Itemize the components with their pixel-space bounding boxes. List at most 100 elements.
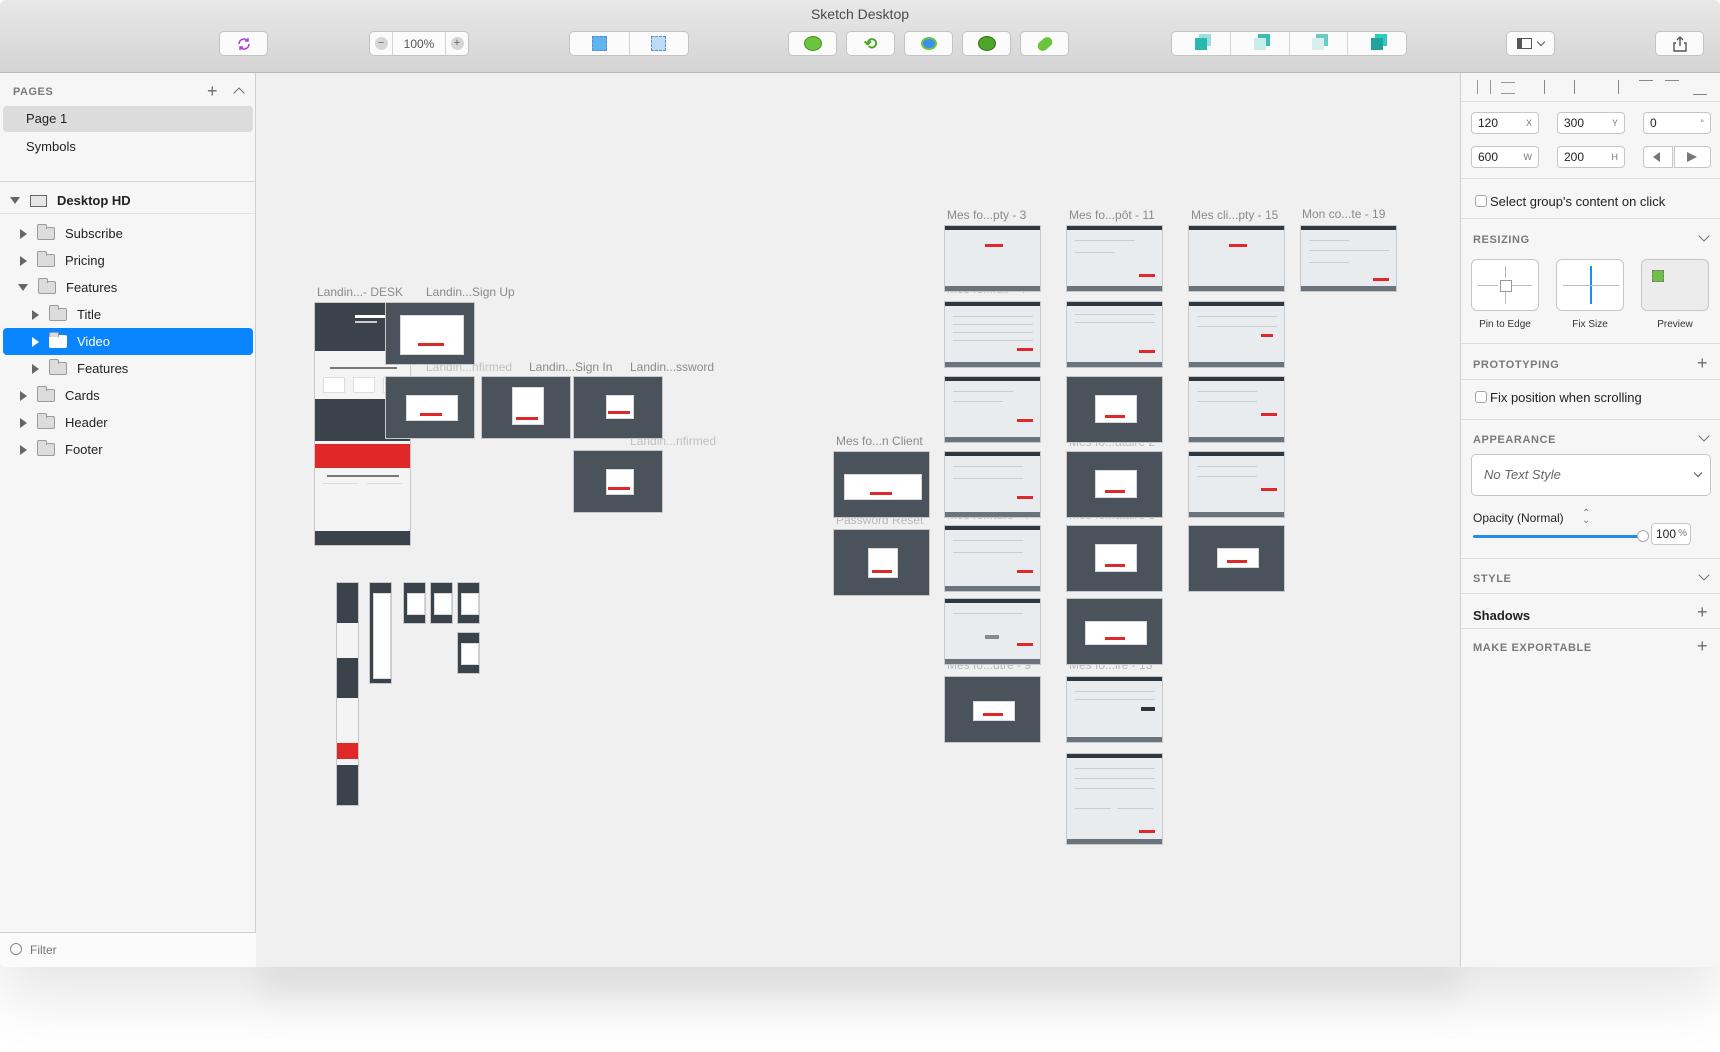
artboard-mobile-2[interactable] [430,582,453,624]
chevron-down-icon[interactable] [1698,569,1710,581]
align-middle-icon[interactable] [1665,80,1679,95]
artboard-label[interactable]: Mes fo...pôt - 11 [1069,208,1155,222]
zoom-out-button[interactable]: − [370,32,393,55]
artboard-mes-fo-ture-7[interactable] [944,451,1041,518]
align-left-icon[interactable] [1544,80,1559,94]
add-page-button[interactable]: + [207,82,218,100]
artboard-mes-fo-dark-col1[interactable] [944,676,1041,743]
artboard-mes-fo-pot-11[interactable] [1066,225,1163,292]
align-center-icon[interactable] [1574,80,1589,94]
artboard-mes-fo-col2-7[interactable] [1066,676,1163,743]
opacity-slider-knob[interactable] [1637,530,1649,542]
artboard-mes-fo-utre-9[interactable] [944,598,1041,665]
distribute-horizontal-icon[interactable] [1477,80,1491,94]
layer-artboard-desktop-hd[interactable]: Desktop HD [10,187,131,214]
align-top-icon[interactable] [1639,80,1653,95]
artboard-mes-fo-tion-5[interactable] [944,376,1041,443]
artboard-mes-fo-ataire[interactable] [1066,525,1163,592]
artboard-landing-sign-in[interactable] [481,376,571,439]
opacity-slider[interactable] [1473,530,1649,542]
chevron-down-icon[interactable] [1698,230,1710,242]
forward-button[interactable] [1172,32,1231,55]
edit-path-button[interactable] [1020,31,1069,56]
artboard-mes-fo-pty-3[interactable] [944,225,1041,292]
intersect-button[interactable] [904,31,953,56]
artboard-label[interactable]: Landin...ssword [630,360,714,374]
zoom-level[interactable]: 100% [393,32,446,55]
artboard-mes-fo-ire-13[interactable] [1066,598,1163,665]
opacity-field[interactable]: 100% [1651,523,1691,545]
ungroup-button[interactable] [630,32,689,55]
artboard-mobile-4[interactable] [457,632,480,674]
collapse-pages-icon[interactable] [233,87,245,99]
add-export-button[interactable]: + [1697,637,1708,655]
width-field[interactable]: 600 W [1471,146,1539,168]
artboard-mes-fo-full-4[interactable] [944,301,1041,368]
layer-group-subscribe[interactable]: Subscribe [20,220,123,247]
sync-button[interactable] [219,31,268,56]
artboard-mobile-3[interactable] [457,582,480,624]
flip-vertical-button[interactable] [1674,146,1711,168]
layer-group-header[interactable]: Header [20,409,108,436]
add-shadow-button[interactable]: + [1697,603,1708,621]
canvas[interactable]: Landin...- DESK Landin...Sign Up Landin.… [257,73,1460,967]
subtract-button[interactable]: ⟲ [846,31,895,56]
share-button[interactable] [1655,31,1704,56]
layer-group-features-inner[interactable]: Features [32,355,128,382]
flip-horizontal-button[interactable] [1643,146,1673,168]
opacity-mode-stepper-icon[interactable]: ⌃ ⌄ [1582,509,1590,526]
artboard-label[interactable]: Mes fo...pty - 3 [947,208,1026,222]
layer-group-footer[interactable]: Footer [20,436,103,463]
send-back-button[interactable] [1290,32,1349,55]
artboard-mes-cli-col3-2[interactable] [1188,301,1285,368]
artboard-client[interactable] [833,451,930,518]
artboard-mes-fo-ataire-3[interactable] [1066,451,1163,518]
rotation-field[interactable]: 0 ° [1643,112,1711,134]
add-prototyping-button[interactable]: + [1697,354,1708,372]
artboard-mes-cli-pty-15[interactable] [1188,225,1285,292]
page-item-symbols[interactable]: Symbols [3,134,253,160]
page-item-page-1[interactable]: Page 1 [3,106,253,132]
artboard-label[interactable]: Mon co...te - 19 [1302,207,1385,221]
artboard-mobile-signup[interactable] [369,582,392,684]
align-bottom-icon[interactable] [1693,80,1707,95]
artboard-mes-fo-col2-2[interactable] [1066,301,1163,368]
artboard-landing-password[interactable] [573,376,663,439]
layer-group-cards[interactable]: Cards [20,382,100,409]
artboard-mobile-landing[interactable] [336,582,359,806]
artboard-landing-confirmed[interactable] [385,376,475,439]
backward-button[interactable] [1231,32,1290,55]
artboard-mes-cli-col3-4[interactable] [1188,451,1285,518]
fix-position-checkbox[interactable] [1475,391,1487,403]
artboard-label[interactable]: Mes cli...pty - 15 [1191,208,1278,222]
union-button[interactable] [788,31,837,56]
difference-button[interactable] [962,31,1011,56]
chevron-down-icon[interactable] [1698,430,1710,442]
filter-input[interactable] [28,940,232,960]
align-right-icon[interactable] [1604,80,1619,94]
view-toggle-button[interactable] [1506,31,1555,56]
layer-group-pricing[interactable]: Pricing [20,247,105,274]
artboard-mon-compte-19[interactable] [1300,225,1397,292]
layer-group-features[interactable]: Features [18,274,117,301]
artboard-label[interactable]: Landin...Sign In [529,360,612,374]
group-button[interactable] [570,32,630,55]
artboard-label[interactable]: Mes fo...n Client [836,434,923,448]
layer-group-video[interactable]: Video [32,328,110,355]
x-field[interactable]: 120 X [1471,112,1539,134]
text-style-select[interactable]: No Text Style [1471,454,1711,496]
artboard-landing-confirmed-2[interactable] [573,450,663,513]
artboard-label[interactable]: Landin...Sign Up [426,285,515,299]
artboard-password-reset[interactable] [833,529,930,596]
artboard-mes-fo-ataire-2[interactable] [1066,376,1163,443]
artboard-landing-sign-up[interactable] [385,302,475,365]
y-field[interactable]: 300 Y [1557,112,1625,134]
layer-group-title[interactable]: Title [32,301,101,328]
select-group-content-checkbox[interactable] [1475,195,1487,207]
artboard-mes-fo-utre-8[interactable] [944,525,1041,592]
height-field[interactable]: 200 H [1557,146,1625,168]
distribute-vertical-icon[interactable] [1501,82,1515,94]
artboard-mes-cli-dark[interactable] [1188,525,1285,592]
artboard-mes-fo-col2-8[interactable] [1066,753,1163,845]
pin-to-edge-control[interactable] [1471,259,1539,311]
